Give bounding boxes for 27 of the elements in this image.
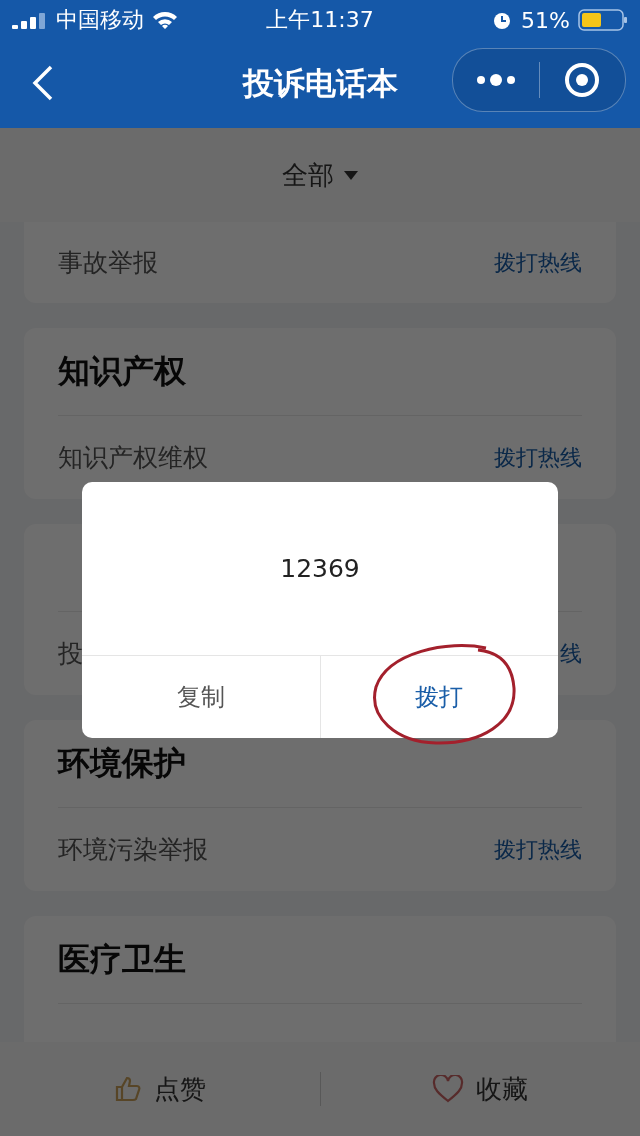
page-title: 投诉电话本: [241, 64, 399, 103]
signal-icon: [12, 11, 48, 29]
clock-time: 上午11:37: [266, 6, 374, 34]
back-icon: [32, 64, 54, 101]
call-hotline-link[interactable]: 拨打热线: [494, 442, 582, 473]
target-icon: [564, 62, 601, 98]
hotline-name: 知识产权维权: [58, 442, 208, 474]
more-icon: [475, 73, 516, 87]
category-title: 知识产权: [58, 328, 582, 416]
battery-percent: 51%: [521, 7, 570, 33]
hotline-name: 环境污染举报: [58, 834, 208, 866]
thumbs-up-icon: [113, 1075, 142, 1103]
call-hotline-link[interactable]: 拨打热线: [494, 834, 582, 865]
carrier-name: 中国移动: [56, 6, 144, 34]
phone-number: 12369: [279, 553, 361, 585]
filter-dropdown[interactable]: 全部: [276, 156, 364, 194]
caret-icon: [344, 170, 358, 180]
heart-icon: [432, 1075, 465, 1103]
like-button[interactable]: 点赞: [0, 1070, 320, 1108]
wifi-icon: [152, 11, 178, 29]
battery-icon: [578, 9, 628, 31]
dial-button[interactable]: 拨打: [319, 656, 558, 738]
call-hotline-link[interactable]: 线: [560, 638, 582, 669]
hotline-name: 投: [58, 638, 83, 670]
category-title: 医疗卫生: [58, 916, 582, 1004]
hotline-name: 事故举报: [58, 247, 158, 279]
call-hotline-link[interactable]: 拨打热线: [494, 247, 582, 278]
